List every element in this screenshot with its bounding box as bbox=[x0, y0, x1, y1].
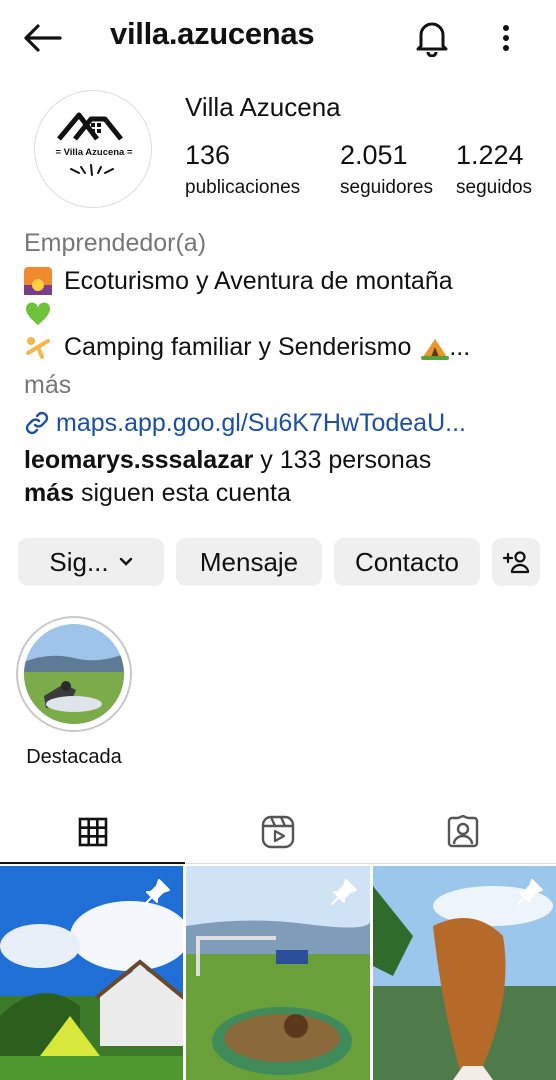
link-icon bbox=[25, 411, 49, 435]
pin-icon bbox=[516, 879, 543, 905]
message-button[interactable]: Mensaje bbox=[176, 538, 322, 586]
contact-button[interactable]: Contacto bbox=[334, 538, 480, 586]
highlight-ring bbox=[16, 616, 132, 732]
arrow-left-icon bbox=[24, 24, 62, 52]
post-thumbnail-1[interactable] bbox=[0, 866, 184, 1080]
highlight-label: Destacada bbox=[26, 746, 122, 768]
bio-line-heart bbox=[24, 300, 544, 328]
bio-link[interactable]: maps.app.goo.gl/Su6K7HwTodeaU... bbox=[24, 404, 544, 442]
profile-avatar[interactable]: = Villa Azucena = bbox=[34, 90, 152, 208]
followed-by-rest: y 133 personas bbox=[253, 446, 432, 474]
camping-emoji-icon bbox=[421, 339, 450, 360]
top-bar: villa.azucenas bbox=[0, 0, 556, 74]
profile-category: Emprendedor(a) bbox=[24, 229, 207, 257]
bio-link-text: maps.app.goo.gl/Su6K7HwTodeaU... bbox=[56, 409, 466, 437]
bio-more-link[interactable]: más bbox=[24, 366, 544, 404]
tagged-icon bbox=[448, 814, 479, 847]
profile-tabs bbox=[0, 800, 556, 864]
following-count: 1.224 bbox=[456, 140, 524, 170]
tab-reels[interactable] bbox=[185, 800, 370, 863]
chevron-down-icon bbox=[119, 557, 132, 566]
posts-grid bbox=[0, 866, 556, 1080]
bio-line-2-ellipsis: ... bbox=[449, 333, 471, 361]
notifications-button[interactable] bbox=[410, 16, 454, 60]
profile-bio: Emprendedor(a) Ecoturismo y Aventura de … bbox=[24, 224, 544, 510]
tab-tagged[interactable] bbox=[371, 800, 556, 863]
bio-line-2-text: Camping familiar y Senderismo bbox=[64, 333, 412, 361]
reels-icon bbox=[261, 815, 295, 848]
followed-by-tail: siguen esta cuenta bbox=[74, 479, 291, 507]
more-options-button[interactable] bbox=[488, 16, 524, 60]
posts-stat[interactable]: 136 publicaciones bbox=[185, 140, 300, 199]
followers-count: 2.051 bbox=[340, 140, 408, 170]
add-user-icon bbox=[502, 551, 530, 574]
back-button[interactable] bbox=[20, 18, 64, 58]
profile-actions: Sig... Mensaje Contacto bbox=[18, 538, 540, 586]
green-heart-emoji-icon bbox=[25, 302, 51, 325]
following-button[interactable]: Sig... bbox=[18, 538, 164, 586]
bio-line-1-text: Ecoturismo y Aventura de montaña bbox=[64, 267, 453, 295]
followers-label: seguidores bbox=[340, 177, 433, 198]
followed-by-user: leomarys.sssalazar bbox=[24, 446, 254, 474]
post-thumbnail-2[interactable] bbox=[186, 866, 370, 1080]
story-highlight[interactable]: Destacada bbox=[16, 616, 132, 769]
grid-icon bbox=[78, 817, 107, 846]
pin-icon bbox=[330, 879, 357, 905]
following-stat[interactable]: 1.224 seguidos bbox=[456, 140, 532, 199]
profile-display-name: Villa Azucena bbox=[185, 92, 341, 122]
bio-line-2: Camping familiar y Senderismo ... bbox=[24, 328, 544, 366]
pin-icon bbox=[144, 879, 171, 905]
vertical-dots-icon bbox=[503, 25, 509, 51]
message-button-label: Mensaje bbox=[199, 546, 299, 577]
bio-line-1: Ecoturismo y Aventura de montaña bbox=[24, 262, 544, 300]
tab-posts[interactable] bbox=[0, 800, 186, 864]
highlight-cover-image bbox=[24, 624, 124, 724]
cartwheel-emoji-icon bbox=[26, 337, 50, 359]
post-thumbnail-3[interactable] bbox=[372, 866, 556, 1080]
sunrise-emoji-icon bbox=[24, 267, 52, 295]
posts-count: 136 bbox=[185, 140, 231, 170]
contact-button-label: Contacto bbox=[354, 546, 460, 577]
followers-stat[interactable]: 2.051 seguidores bbox=[340, 140, 433, 199]
profile-username: villa.azucenas bbox=[110, 16, 315, 51]
posts-label: publicaciones bbox=[185, 177, 301, 198]
avatar-logo-text: = Villa Azucena = bbox=[55, 147, 133, 158]
following-label: seguidos bbox=[456, 177, 533, 198]
bell-icon bbox=[416, 22, 448, 57]
suggested-users-button[interactable] bbox=[492, 538, 540, 586]
followed-by-more: más bbox=[24, 479, 75, 507]
following-button-label: Sig... bbox=[49, 546, 109, 577]
logo-icon: = Villa Azucena = bbox=[55, 112, 133, 176]
followed-by-text[interactable]: leomarys.sssalazar y 133 personas más si… bbox=[24, 444, 544, 510]
